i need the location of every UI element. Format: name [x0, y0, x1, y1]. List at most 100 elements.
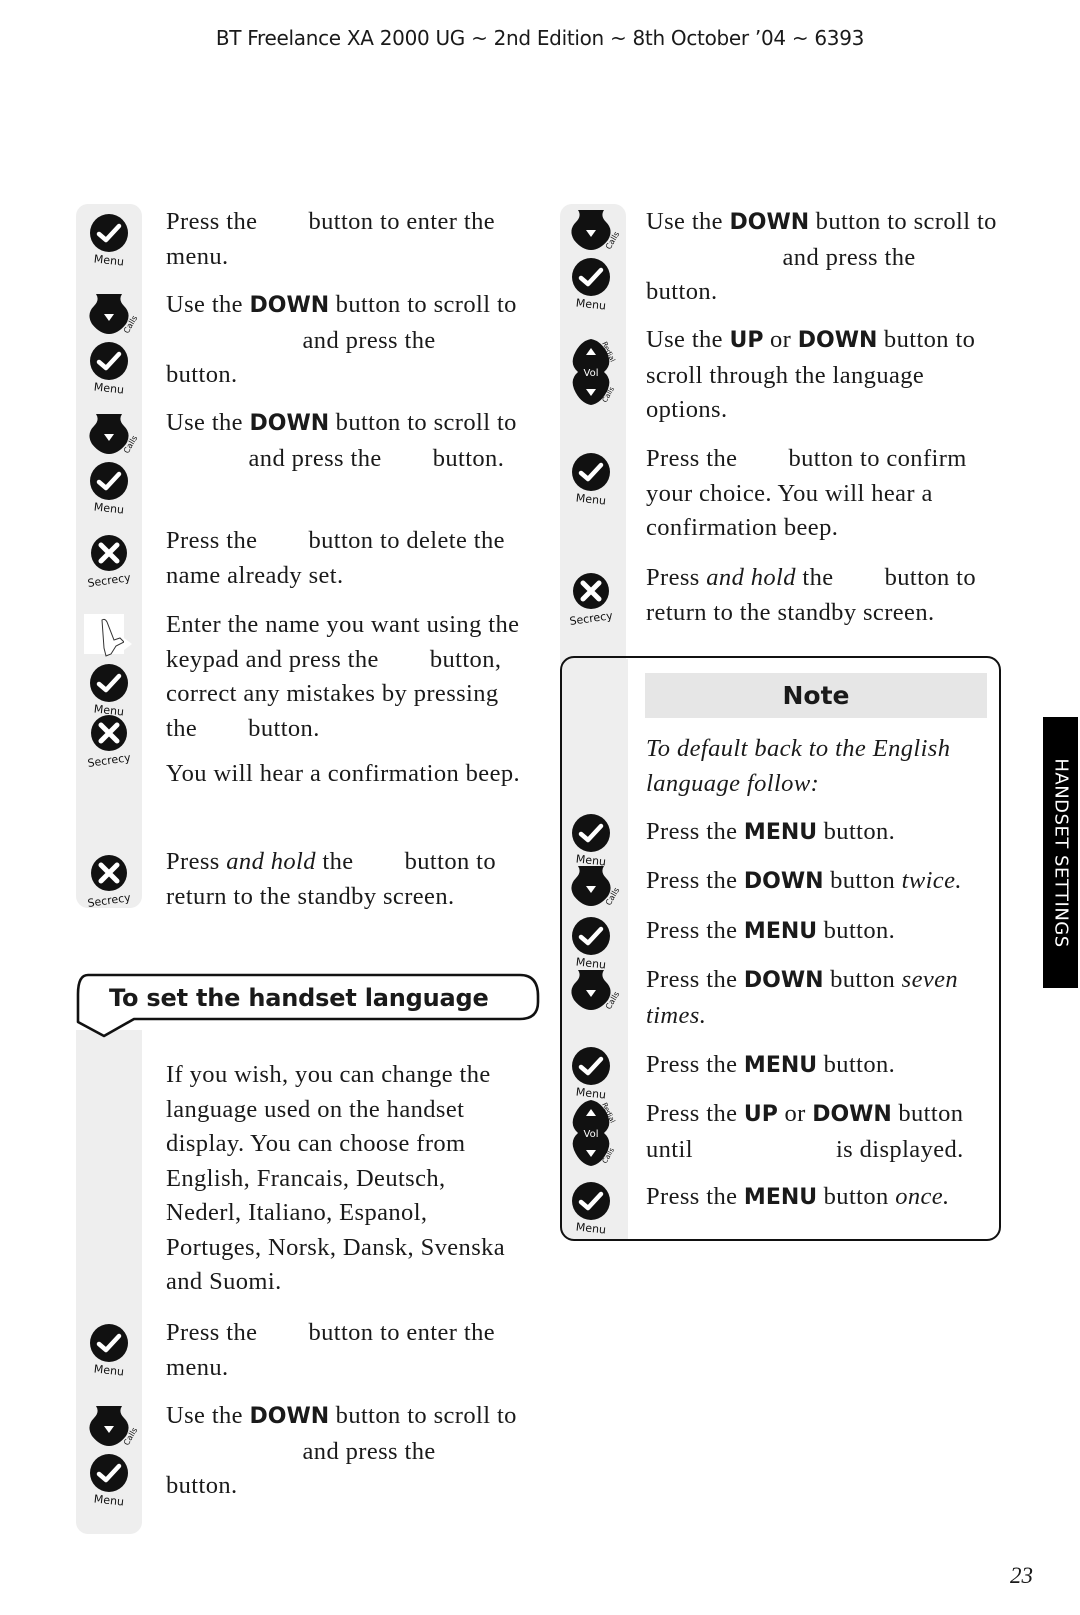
vol-up-down-button-icon: Vol Redial Calls: [566, 1098, 617, 1166]
svg-text:Vol: Vol: [584, 1129, 599, 1140]
instruction-step: Press the DOWN button twice.: [646, 864, 998, 900]
menu-check-button-icon: Menu: [566, 1045, 616, 1102]
button-name-bold: DOWN: [743, 869, 824, 894]
instruction-step: Use the DOWN button to scroll to and pre…: [166, 1399, 526, 1504]
step-text: and press the: [242, 444, 389, 472]
emphasis-text: twice.: [901, 867, 962, 894]
section-side-tab: HANDSET SETTINGS: [1043, 717, 1078, 988]
step-text: Press the: [166, 527, 264, 554]
step-text: button to scroll to: [329, 409, 517, 436]
svg-text:Secrecy: Secrecy: [569, 609, 614, 628]
step-text: button.: [817, 818, 896, 845]
step-text: or: [777, 1100, 813, 1127]
svg-text:Secrecy: Secrecy: [87, 891, 132, 910]
button-name-bold: MENU: [743, 820, 818, 845]
button-name-bold: UP: [729, 328, 764, 353]
down-calls-button-icon: Calls: [566, 966, 621, 1022]
instruction-step: Use the DOWN button to scroll to and pre…: [646, 205, 1006, 310]
down-calls-button-icon: Calls: [84, 290, 139, 346]
vol-up-down-button-icon: Vol Redial Calls: [566, 337, 617, 405]
step-text: Press: [166, 848, 227, 875]
step-text: Press the: [646, 818, 744, 845]
svg-text:Menu: Menu: [93, 500, 124, 516]
menu-check-button-icon: Menu: [84, 1452, 134, 1509]
menu-check-button-icon: Menu: [566, 256, 616, 313]
instruction-step: Press the button to confirm your choice.…: [646, 442, 1006, 546]
svg-text:Menu: Menu: [93, 252, 124, 268]
svg-text:Menu: Menu: [93, 1492, 124, 1508]
button-name-bold: DOWN: [812, 1102, 892, 1127]
menu-check-button-icon: Menu: [566, 915, 616, 972]
running-head: BT Freelance XA 2000 UG ~ 2nd Edition ~ …: [215, 26, 865, 50]
side-tab-label: HANDSET SETTINGS: [1050, 757, 1071, 948]
page-number: 23: [1010, 1563, 1033, 1588]
button-name-bold: DOWN: [249, 1404, 330, 1429]
svg-text:Vol: Vol: [584, 368, 599, 379]
instruction-step: Press and hold the button to return to t…: [646, 561, 1006, 630]
step-text: and press the: [776, 243, 923, 271]
menu-check-button-icon: Menu: [84, 662, 134, 719]
step-text: button.: [817, 1051, 896, 1078]
emphasis-text: and hold: [226, 848, 316, 875]
instruction-step: Press the button to enter the menu.: [166, 1316, 526, 1385]
button-name-bold: DOWN: [249, 411, 330, 436]
step-text: Press the: [646, 1100, 744, 1127]
step-text: Use the: [166, 409, 250, 436]
step-text: Press the: [166, 1319, 264, 1346]
step-text: Press the: [646, 1051, 744, 1078]
note-title: Note: [645, 673, 987, 718]
button-name-bold: DOWN: [797, 328, 878, 353]
button-name-bold: UP: [743, 1102, 778, 1127]
instruction-step: Press the MENU button once.: [646, 1180, 998, 1216]
instruction-step: Enter the name you want using the keypad…: [166, 608, 526, 746]
emphasis-text: once.: [895, 1183, 950, 1210]
secrecy-x-button-icon: Secrecy: [84, 712, 134, 770]
instruction-step: Press the UP or DOWN button until is dis…: [646, 1097, 998, 1167]
step-text: button: [817, 1183, 896, 1210]
note-intro: To default back to the English language …: [646, 732, 996, 801]
svg-text:Menu: Menu: [575, 491, 606, 507]
menu-check-button-icon: Menu: [566, 451, 616, 508]
menu-check-button-icon: Menu: [566, 1180, 616, 1237]
step-text: and press the: [296, 326, 443, 354]
step-text: Press the: [646, 445, 744, 472]
step-text: button.: [646, 278, 718, 305]
instruction-step: Press the button to enter the menu.: [166, 205, 526, 274]
step-text: button to scroll to: [809, 208, 997, 235]
step-text: button.: [241, 714, 320, 742]
section-title: To set the handset language: [109, 984, 489, 1012]
emphasis-text: and hold: [706, 564, 796, 591]
svg-text:Secrecy: Secrecy: [87, 571, 132, 590]
menu-check-button-icon: Menu: [84, 212, 134, 269]
step-text: Press the: [646, 1183, 744, 1210]
step-text: or: [763, 326, 798, 353]
button-name-bold: MENU: [743, 1185, 818, 1210]
step-text: button to scroll to: [329, 1402, 517, 1429]
svg-text:Menu: Menu: [575, 1220, 606, 1236]
step-text: Use the: [646, 326, 730, 353]
step-text: button.: [817, 917, 896, 944]
button-name-bold: DOWN: [729, 210, 810, 235]
step-text: button: [823, 966, 902, 993]
step-text: is displayed.: [829, 1135, 964, 1163]
step-text: button.: [166, 361, 238, 388]
step-text: Press: [646, 564, 707, 591]
instruction-step: Press and hold the button to return to t…: [166, 845, 526, 914]
step-text: Use the: [166, 1402, 250, 1429]
step-text: and press the: [296, 1437, 443, 1465]
svg-text:Secrecy: Secrecy: [87, 751, 132, 770]
step-text: Use the: [646, 208, 730, 235]
step-text: button.: [166, 1472, 238, 1499]
step-text: Press the: [646, 966, 744, 993]
note-intro-text: To default back to the English language …: [646, 735, 951, 797]
step-text: the: [315, 848, 361, 875]
instruction-step: Use the DOWN button to scroll to and pre…: [166, 406, 526, 476]
button-name-bold: DOWN: [743, 968, 824, 993]
button-name-bold: DOWN: [249, 293, 330, 318]
step-text: Press the: [166, 208, 264, 235]
secrecy-x-button-icon: Secrecy: [84, 852, 134, 910]
menu-check-button-icon: Menu: [84, 460, 134, 517]
menu-check-button-icon: Menu: [566, 812, 616, 869]
instruction-step: Press the MENU button.: [646, 815, 998, 851]
instruction-step: Press the MENU button.: [646, 914, 998, 950]
